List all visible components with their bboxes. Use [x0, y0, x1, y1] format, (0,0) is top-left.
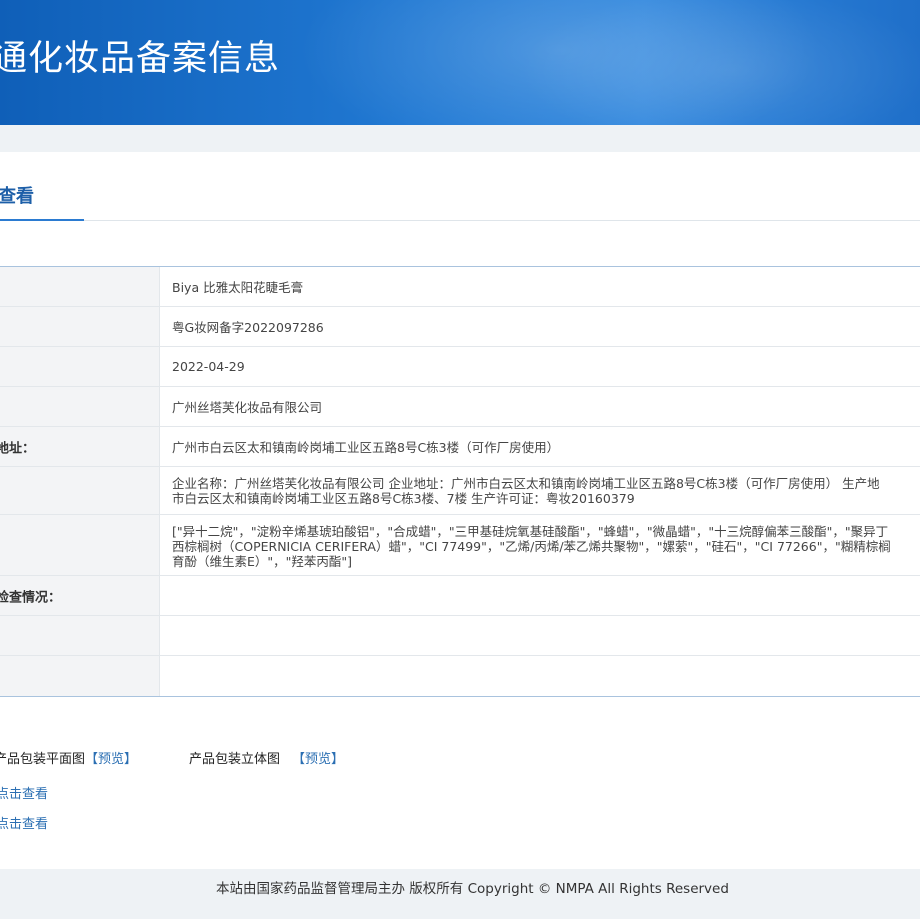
- table-row: 企业名称：广州丝塔芙化妆品有限公司 企业地址：广州市白云区太和镇南岭岗埔工业区五…: [0, 467, 920, 515]
- footer-copyright: 本站由国家药品监督管理局主办 版权所有 Copyright © NMPA All…: [216, 881, 729, 897]
- product-name: Biya 比雅太阳花睫毛膏: [172, 280, 304, 295]
- tab-view[interactable]: 查看: [0, 182, 34, 208]
- content-panel: 查看 Biya 比雅太阳花睫毛膏 粤G妆网备字2022097286 2022-0…: [0, 152, 920, 869]
- footer: 本站由国家药品监督管理局主办 版权所有 Copyright © NMPA All…: [0, 869, 920, 919]
- ingredients-line: ["异十二烷"，"淀粉辛烯基琥珀酸铝"，"合成蜡"，"三甲基硅烷氧基硅酸酯"，"…: [172, 524, 889, 539]
- info-table: Biya 比雅太阳花睫毛膏 粤G妆网备字2022097286 2022-04-2…: [0, 266, 920, 697]
- row-label: [0, 515, 160, 575]
- row-label: [0, 307, 160, 346]
- view-link[interactable]: 点击查看: [0, 783, 48, 802]
- view-link[interactable]: 点击查看: [0, 813, 48, 832]
- row-label: [0, 347, 160, 386]
- table-row: [0, 656, 920, 696]
- inspection-status: [160, 576, 920, 615]
- table-row: ["异十二烷"，"淀粉辛烯基琥珀酸铝"，"合成蜡"，"三甲基硅烷氧基硅酸酯"，"…: [0, 515, 920, 576]
- row-label: [0, 616, 160, 655]
- table-row: Biya 比雅太阳花睫毛膏: [0, 267, 920, 307]
- page-title: 通化妆品备案信息: [0, 39, 281, 79]
- ingredients-line: 育酚（维生素E）"，"羟苯丙酯"]: [172, 554, 353, 569]
- record-date: 2022-04-29: [172, 359, 245, 374]
- tab-active-indicator: [0, 219, 84, 221]
- manufacturer-info-line: 市白云区太和镇南岭岗埔工业区五路8号C栋3楼、7楼 生产许可证：粤妆201603…: [172, 491, 635, 506]
- row-value: [160, 656, 920, 696]
- 3d-package-preview-link[interactable]: 【预览】: [292, 748, 344, 767]
- table-row: 2022-04-29: [0, 347, 920, 387]
- table-row: 粤G妆网备字2022097286: [0, 307, 920, 347]
- company-address: 广州市白云区太和镇南岭岗埔工业区五路8号C栋3楼（可作厂房使用）: [172, 440, 560, 455]
- table-row: 检查情况：: [0, 576, 920, 616]
- company-name: 广州丝塔芙化妆品有限公司: [172, 400, 323, 415]
- row-label: 检查情况：: [0, 576, 160, 615]
- manufacturer-info: 企业名称：广州丝塔芙化妆品有限公司 企业地址：广州市白云区太和镇南岭岗埔工业区五…: [160, 467, 920, 514]
- header-banner: 通化妆品备案信息: [0, 0, 920, 125]
- banner-decoration: [520, 0, 920, 125]
- flat-package-label: 产品包装平面图: [0, 752, 86, 767]
- row-label: [0, 467, 160, 514]
- table-row: [0, 616, 920, 656]
- 3d-package-label: 产品包装立体图: [189, 752, 281, 767]
- tab-divider: [84, 220, 920, 221]
- manufacturer-info-line: 企业名称：广州丝塔芙化妆品有限公司 企业地址：广州市白云区太和镇南岭岗埔工业区五…: [172, 476, 880, 491]
- table-row: 地址： 广州市白云区太和镇南岭岗埔工业区五路8号C栋3楼（可作厂房使用）: [0, 427, 920, 467]
- row-label: 地址：: [0, 427, 160, 466]
- table-row: 广州丝塔芙化妆品有限公司: [0, 387, 920, 427]
- row-label: [0, 267, 160, 306]
- row-label: [0, 656, 160, 696]
- flat-package-preview-link[interactable]: 【预览】: [85, 748, 137, 767]
- row-value: [160, 616, 920, 655]
- ingredients-line: 西棕榈树（COPERNICIA CERIFERA）蜡"，"CI 77499"，"…: [172, 539, 891, 554]
- row-label: [0, 387, 160, 426]
- record-number: 粤G妆网备字2022097286: [172, 320, 324, 335]
- ingredients: ["异十二烷"，"淀粉辛烯基琥珀酸铝"，"合成蜡"，"三甲基硅烷氧基硅酸酯"，"…: [160, 515, 920, 575]
